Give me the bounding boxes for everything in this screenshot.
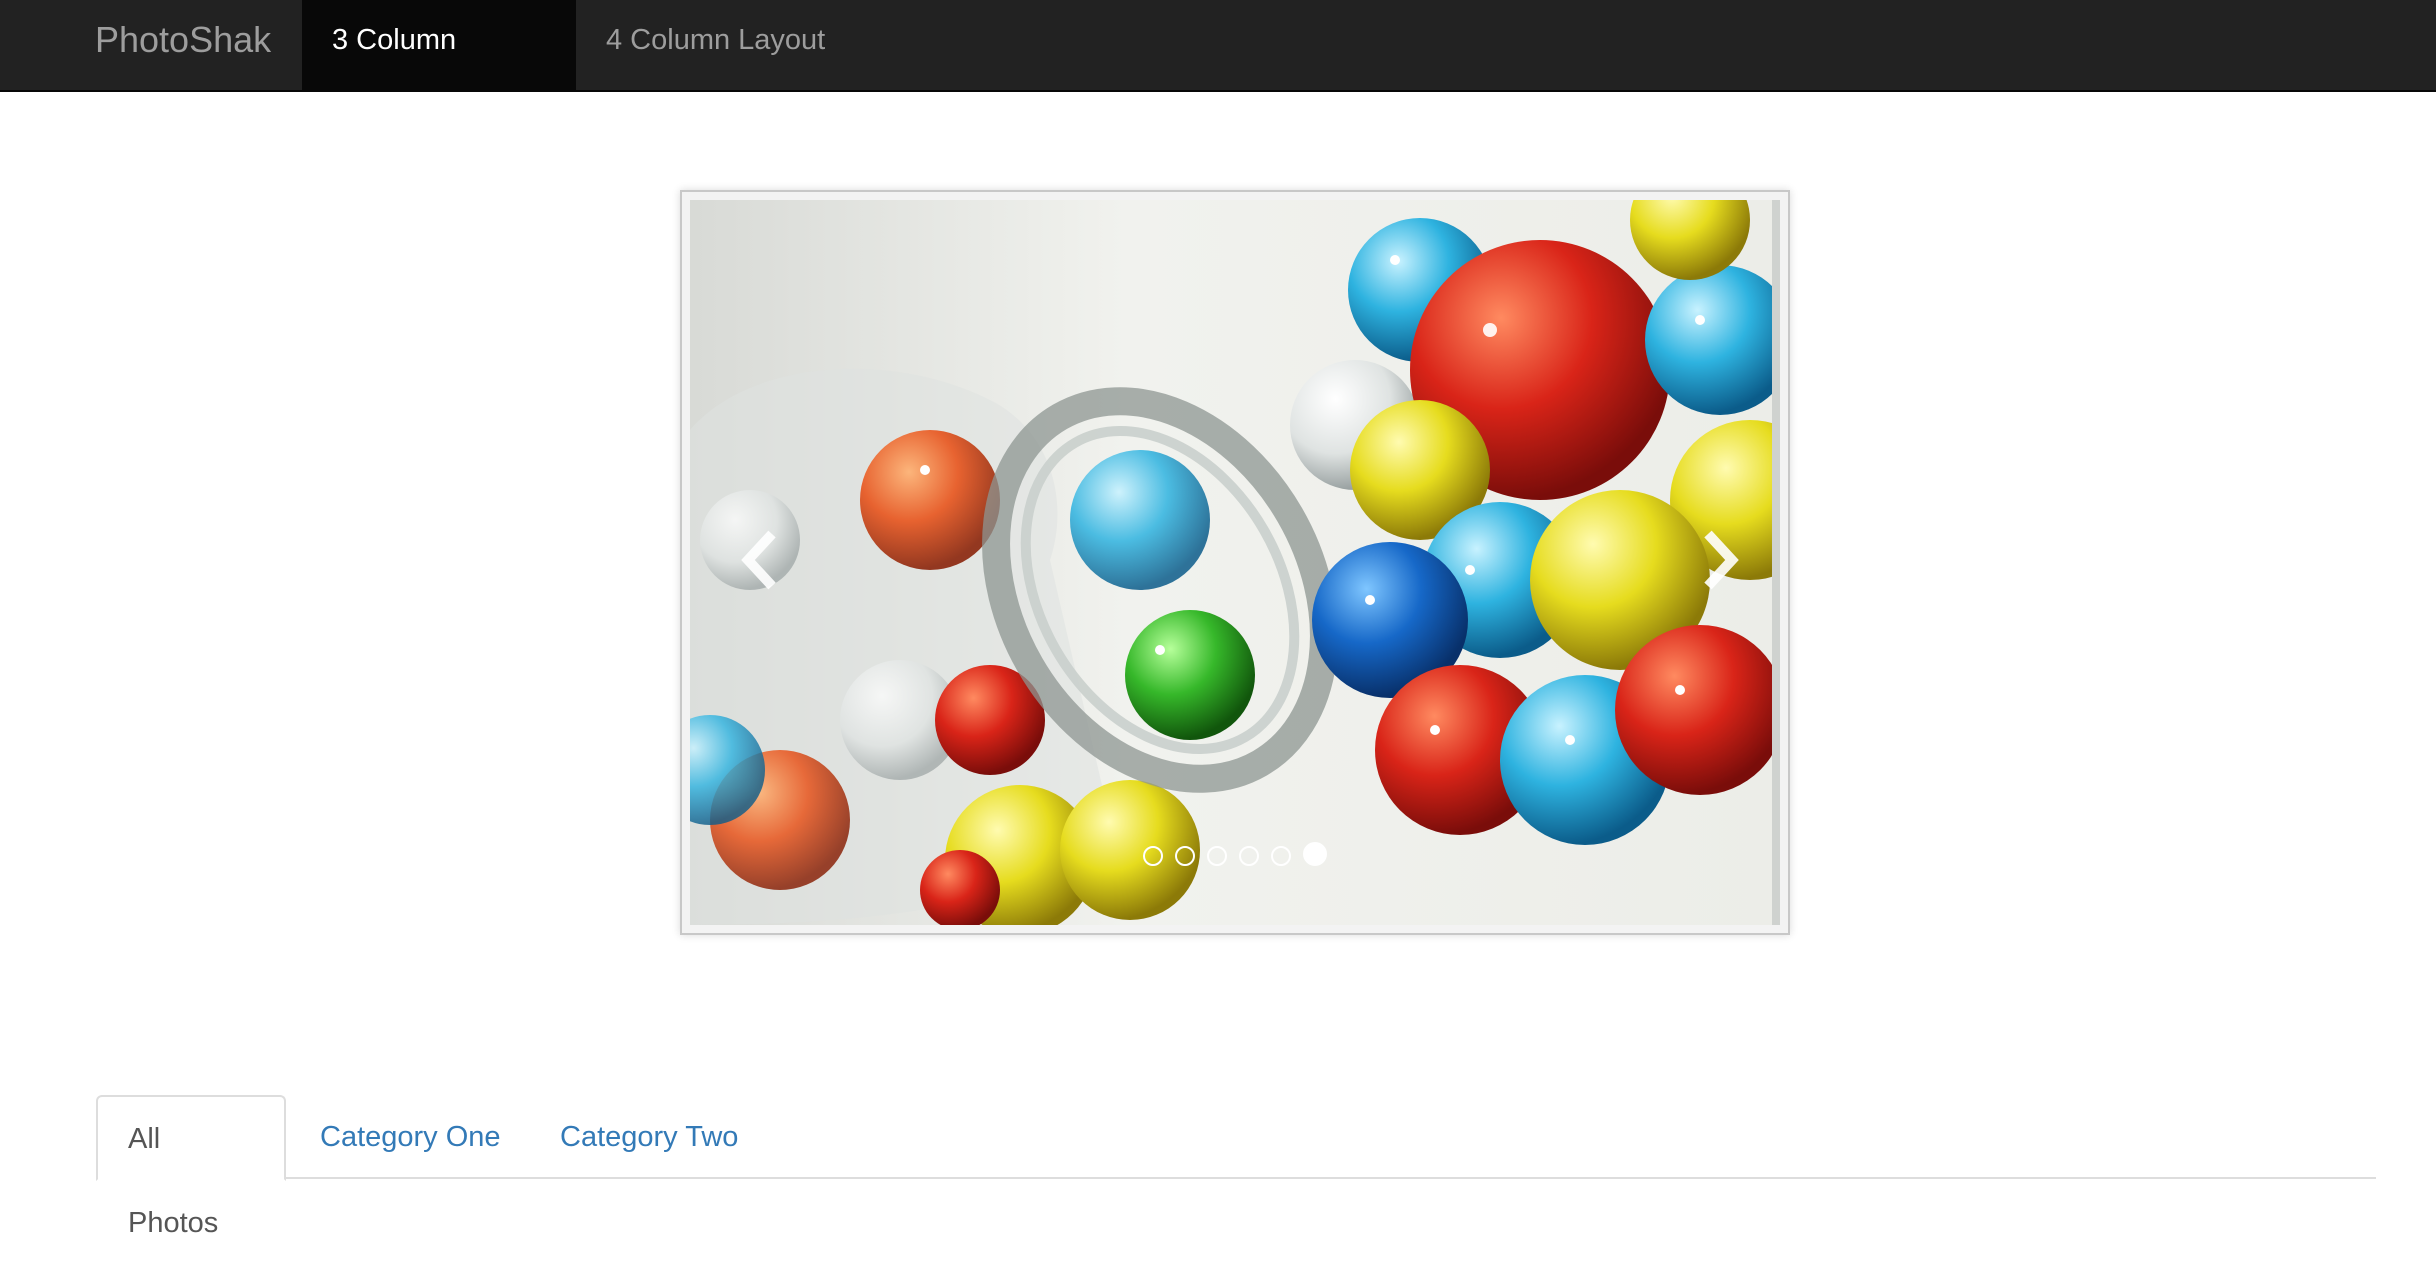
carousel-indicator-5[interactable] bbox=[1271, 846, 1291, 866]
tab-category-one[interactable]: Category One bbox=[290, 1095, 531, 1179]
tab-all-photos[interactable]: All Photos bbox=[96, 1095, 286, 1239]
nav-link-4-column-layout[interactable]: 4 Column Layout bbox=[576, 0, 855, 90]
marbles-photo bbox=[690, 200, 1780, 925]
carousel-indicator-2[interactable] bbox=[1175, 846, 1195, 866]
chevron-left-icon bbox=[741, 530, 776, 590]
carousel-indicator-3[interactable] bbox=[1207, 846, 1227, 866]
carousel-slide bbox=[690, 200, 1780, 925]
carousel-indicator-1[interactable] bbox=[1143, 846, 1163, 866]
carousel-prev-button[interactable] bbox=[730, 520, 790, 600]
brand-logo-link[interactable]: PhotoShak bbox=[95, 0, 271, 90]
carousel-next-button[interactable] bbox=[1690, 520, 1750, 600]
chevron-right-icon bbox=[1704, 530, 1739, 590]
nav-link-3-column-layout[interactable]: 3 Column Layout bbox=[302, 0, 576, 136]
image-carousel bbox=[680, 190, 1790, 935]
carousel-indicators bbox=[690, 842, 1780, 866]
tab-category-two[interactable]: Category Two bbox=[530, 1095, 768, 1179]
carousel-indicator-4[interactable] bbox=[1239, 846, 1259, 866]
carousel-indicator-6[interactable] bbox=[1303, 842, 1327, 866]
photo-category-tabs: All Photos Category One Category Two bbox=[96, 1095, 2376, 1239]
top-navbar: PhotoShak 3 Column Layout 4 Column Layou… bbox=[0, 0, 2436, 136]
